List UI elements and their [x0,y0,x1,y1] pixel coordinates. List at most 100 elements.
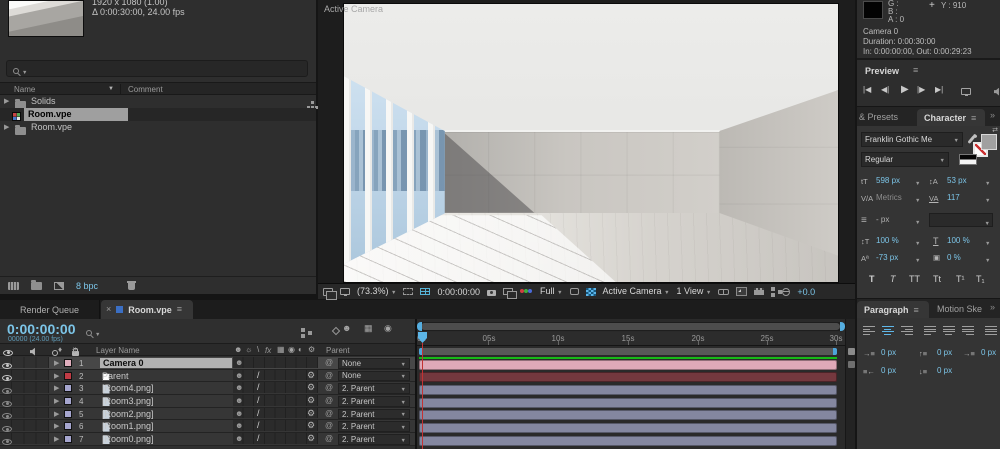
swap-fill-stroke-icon[interactable] [992,127,998,134]
layer-name[interactable]: [Room3.png] [102,396,154,406]
item-label[interactable]: Room.vpe [28,109,72,119]
item-label[interactable]: Room.vpe [31,122,72,132]
space-before-value[interactable]: 0 px [937,348,952,357]
item-label[interactable]: Solids [31,96,56,106]
expand-arrow-icon[interactable] [54,423,59,430]
pick-whip-icon[interactable] [325,422,333,430]
shy-icon[interactable] [235,422,243,430]
mini-flowchart-icon[interactable] [771,286,776,291]
mute-audio-icon[interactable] [993,87,999,96]
playhead-line[interactable] [422,343,423,449]
parent-dropdown[interactable]: 2. Parent [338,421,410,432]
align-center-button[interactable] [880,324,895,335]
interpret-footage-icon[interactable] [8,281,19,290]
expand-arrow-icon[interactable] [54,385,59,392]
dropdown-arrow-icon[interactable] [915,217,920,227]
list-item[interactable]: Solids [0,95,316,109]
panel-menu-icon[interactable] [971,114,976,123]
dropdown-arrow-icon[interactable] [985,255,990,265]
stereo-3d-icon[interactable] [718,288,730,295]
layer-name[interactable]: [Room2.png] [102,409,154,419]
shy-icon[interactable] [235,372,243,380]
quality-switch-icon[interactable] [257,346,259,354]
quality-icon[interactable] [257,371,260,380]
label-color-chip[interactable] [64,435,72,444]
layer-name[interactable]: [Room0.png] [102,434,154,444]
sort-arrow-icon[interactable] [108,86,114,92]
first-line-indent-value[interactable]: 0 px [981,348,996,357]
search-options-arrow-icon[interactable] [22,67,27,77]
font-style-dropdown[interactable]: Regular [861,152,949,167]
comp-flowchart-icon[interactable] [300,327,305,332]
justify-last-right-button[interactable] [960,324,975,335]
parent-dropdown[interactable]: 2. Parent [338,434,410,445]
time-navigator-bar[interactable] [421,323,840,330]
tracking-value[interactable]: 117 [947,193,960,202]
camera-view-dropdown[interactable]: Active Camera [603,286,670,297]
panel-menu-icon[interactable] [914,306,919,315]
justify-last-center-button[interactable] [941,324,956,335]
align-left-button[interactable] [861,324,876,335]
layer-switch-cells[interactable] [233,433,318,444]
last-frame-button[interactable] [935,86,943,94]
parent-column-label[interactable]: Parent [326,346,350,355]
dropdown-arrow-icon[interactable] [915,178,920,188]
column-name[interactable]: Name [14,85,35,94]
parent-dropdown[interactable]: 2. Parent [338,396,410,407]
layer-name[interactable]: Parent [102,371,129,381]
indent-right-value[interactable]: 0 px [881,366,896,375]
faux-bold-button[interactable]: T [869,274,875,284]
always-preview-icon[interactable] [323,287,337,300]
dropdown-arrow-icon[interactable] [985,238,990,248]
superscript-button[interactable]: T¹ [956,274,965,284]
vertical-scale-value[interactable]: 100 % [876,236,899,245]
tab-character[interactable]: Character [917,109,985,127]
project-search-input[interactable] [6,60,308,77]
eye-icon[interactable] [2,426,12,433]
bit-depth-label[interactable]: 8 bpc [76,281,98,291]
3d-layer-icon[interactable] [307,434,315,443]
next-frame-button[interactable] [917,86,925,94]
current-timecode[interactable]: 0:00:00:00 [7,321,76,337]
table-row[interactable]: 1 Camera 0 None [0,357,415,370]
viewer-timecode[interactable]: 0:00:00:00 [437,287,480,297]
region-of-interest-icon[interactable] [403,288,414,295]
expand-arrow-icon[interactable] [54,373,59,380]
3d-switch-icon[interactable] [308,346,315,354]
comp-marker-bin-icon[interactable] [847,348,855,355]
expand-arrow-icon[interactable] [54,398,59,405]
3d-layer-icon[interactable] [307,409,315,418]
eye-icon[interactable] [2,375,12,382]
adjustment-switch-icon[interactable] [298,346,303,354]
eye-icon[interactable] [2,362,12,369]
layer-name[interactable]: [Room1.png] [102,421,154,431]
tab-render-queue[interactable]: Render Queue [0,300,100,319]
timeline-search-icon[interactable] [86,329,92,336]
layer-bar[interactable] [419,435,837,446]
eye-column-icon[interactable] [3,349,13,356]
layer-switch-cells[interactable] [233,420,318,432]
work-area-end-handle[interactable] [833,348,837,355]
align-right-button[interactable] [899,324,914,335]
table-row[interactable]: 2 Parent None [0,369,415,383]
draft-3d-icon[interactable] [331,326,341,335]
label-color-chip[interactable] [64,371,72,380]
expand-arrow-icon[interactable] [54,436,59,443]
dropdown-arrow-icon[interactable] [915,238,920,248]
kerning-value[interactable]: Metrics [876,193,902,202]
quality-icon[interactable] [257,421,260,430]
3d-layer-icon[interactable] [307,421,315,430]
font-size-value[interactable]: 598 px [876,176,900,185]
adjust-exposure-icon[interactable] [782,287,791,296]
stroke-style-dropdown[interactable] [929,213,993,227]
3d-layer-icon[interactable] [307,371,315,380]
layer-switch-cells[interactable] [233,369,318,381]
quality-icon[interactable] [257,434,260,443]
navigator-start-handle[interactable] [417,322,422,331]
collapse-switch-icon[interactable] [245,346,252,354]
hide-shy-layers-icon[interactable] [342,324,351,333]
first-frame-button[interactable] [863,86,871,94]
shy-icon[interactable] [235,359,243,367]
subscript-button[interactable]: T₁ [976,274,985,284]
column-divider[interactable] [120,84,121,95]
